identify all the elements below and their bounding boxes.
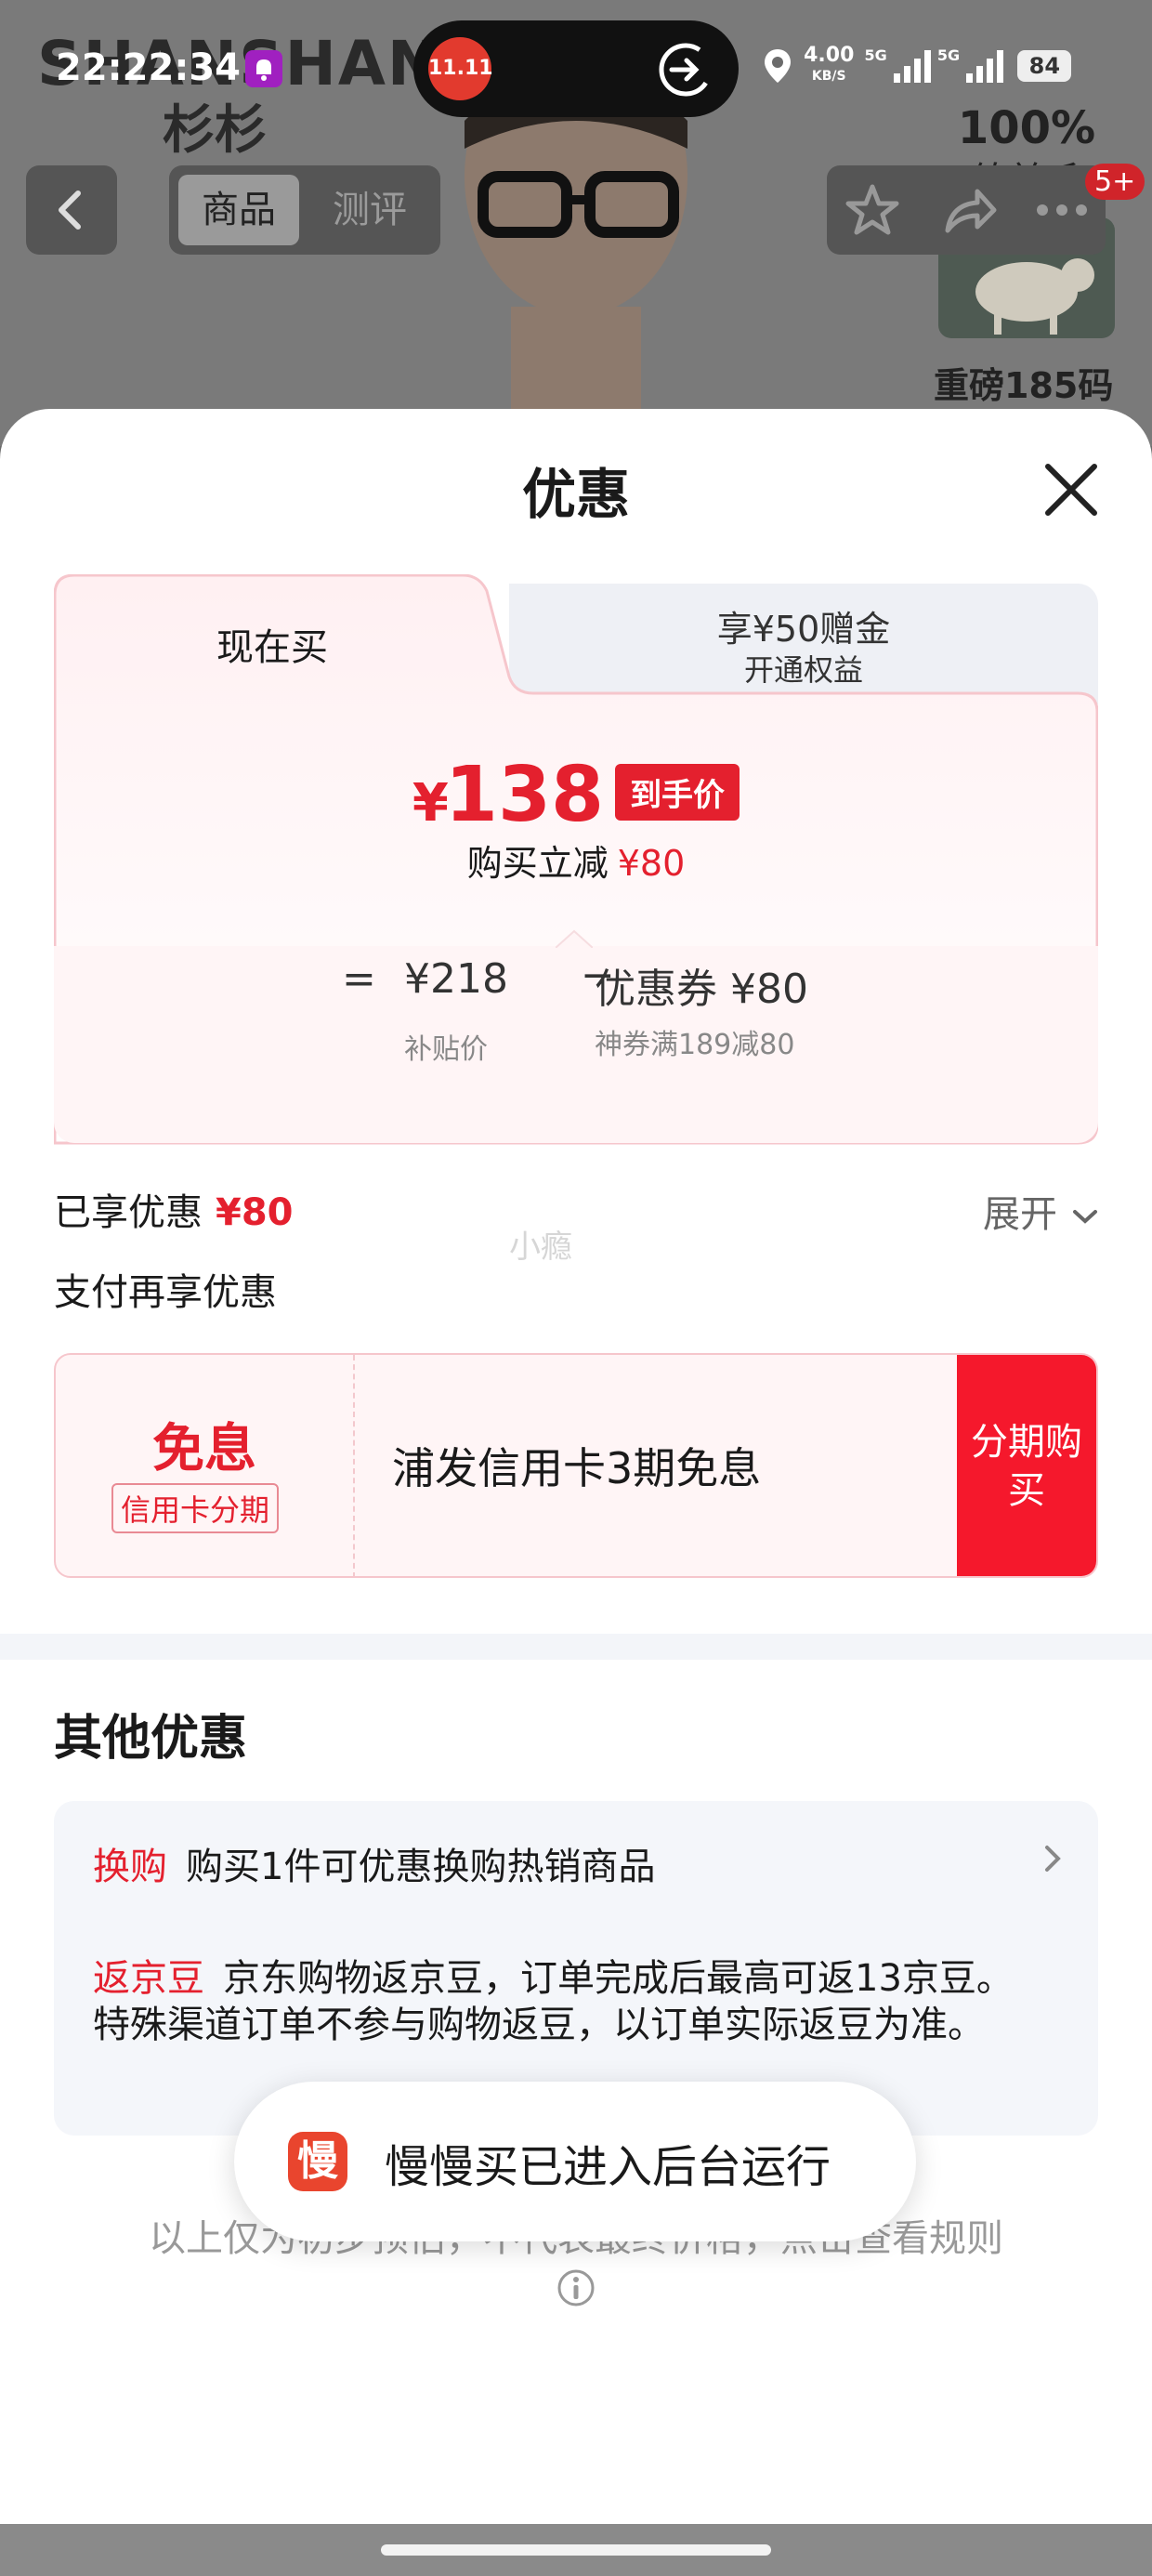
pointer-caret xyxy=(556,929,593,948)
subsidy-price-label: 补贴价 xyxy=(404,1033,488,1066)
offer-key: 返京豆 xyxy=(93,1957,204,2000)
price-formula: = ¥218 − 优惠券 ¥80 补贴价 神券满189减80 xyxy=(54,929,1098,1143)
offer-trade-in[interactable]: 换购 购买1件可优惠换购热销商品 xyxy=(93,1836,655,1890)
dynamic-island[interactable]: 11.11 xyxy=(413,20,739,117)
home-indicator[interactable] xyxy=(381,2544,771,2556)
more-icon[interactable] xyxy=(1033,182,1091,242)
message-badge: 5+ xyxy=(1085,164,1145,200)
coupon-condition: 神券满189减80 xyxy=(595,1029,795,1061)
subsidy-price: ¥218 xyxy=(404,955,508,1003)
signal-icon-2 xyxy=(966,50,1004,83)
enter-arrow-icon xyxy=(659,43,713,97)
other-offers-title: 其他优惠 xyxy=(54,1711,248,1767)
offer-text: 购买1件可优惠换购热销商品 xyxy=(186,1846,656,1888)
info-icon[interactable] xyxy=(556,2267,596,2308)
offer-key: 换购 xyxy=(93,1846,167,1888)
tab-goods[interactable]: 商品 xyxy=(178,175,299,245)
credit-card-installment-tag: 信用卡分期 xyxy=(111,1483,280,1533)
final-price-tag: 到手价 xyxy=(615,764,740,821)
pay-more-title: 支付再享优惠 xyxy=(54,1271,277,1314)
price-value: 138 xyxy=(444,751,605,839)
final-price: ¥138 到手价 xyxy=(54,751,1098,839)
watermark-text: 小瘾 xyxy=(509,1229,572,1266)
chevron-left-icon xyxy=(59,191,81,230)
price-currency: ¥ xyxy=(412,773,449,834)
signal-label-2: 5G xyxy=(936,46,961,64)
location-icon xyxy=(765,49,791,83)
enjoyed-label: 已享优惠 xyxy=(54,1191,203,1234)
favorite-star-icon[interactable] xyxy=(844,182,901,242)
offer-text: 京东购物返京豆，订单完成后最高可返13京豆。特殊渠道订单不参与购物返豆，以订单实… xyxy=(93,1957,1014,2046)
instant-discount-label: 购买立减 xyxy=(466,843,609,884)
enjoyed-amount: ¥80 xyxy=(216,1191,294,1234)
share-icon[interactable] xyxy=(940,182,998,242)
offer-jd-beans: 返京豆 京东购物返京豆，订单完成后最高可返13京豆。特殊渠道订单不参与购物返豆，以… xyxy=(93,1955,1041,2048)
price-breakdown-card: 享¥50赠金 开通权益 现在买 ¥138 到手价 购买立减 ¥80 = ¥218 −… xyxy=(54,574,1098,1145)
status-bar: 22:22:34 11.11 4.00 KB/S 5G 5G 84 xyxy=(0,0,1152,139)
interest-free-label: 免息 xyxy=(152,1419,256,1479)
back-button[interactable] xyxy=(26,165,117,255)
toast-message: 慢慢买已进入后台运行 xyxy=(385,2141,831,2193)
notification-bell-icon xyxy=(245,50,282,87)
system-icons: 4.00 KB/S 5G 5G 84 xyxy=(762,44,1072,93)
installment-offer[interactable]: 免息 信用卡分期 浦发信用卡3期免息 分期购买 xyxy=(54,1353,1098,1578)
section-divider xyxy=(0,1634,1152,1660)
sheet-title: 优惠 xyxy=(521,463,630,526)
net-speed: 4.00 KB/S xyxy=(804,44,855,85)
status-time: 22:22:34 xyxy=(56,46,241,89)
shopping-app-icon: 11.11 xyxy=(428,37,493,100)
app-logo-icon: 慢 xyxy=(288,2132,347,2191)
formula-equals: = xyxy=(342,955,376,1003)
enjoyed-discount: 已享优惠 ¥80 xyxy=(54,1182,294,1236)
instant-discount-amount: ¥80 xyxy=(617,843,686,884)
page-tabs: 商品 测评 xyxy=(169,165,440,255)
coupon-amount: 优惠券 ¥80 xyxy=(595,966,808,1013)
chevron-right-icon[interactable] xyxy=(1039,1840,1067,1877)
installment-badge: 免息 信用卡分期 xyxy=(56,1355,355,1576)
discount-sheet: 优惠 享¥50赠金 开通权益 现在买 ¥138 到手价 购买立减 ¥80 = ¥… xyxy=(0,409,1152,2576)
installment-buy-button[interactable]: 分期购买 xyxy=(957,1355,1096,1576)
signal-icon-1 xyxy=(893,50,931,83)
wool-ad-banner: 100% 绵羊毛 重磅185码 xyxy=(934,102,1119,446)
tab-reviews[interactable]: 测评 xyxy=(308,175,431,245)
chevron-down-icon xyxy=(1072,1210,1097,1224)
ad-heavy-text: 重磅185码 xyxy=(934,365,1114,406)
installment-description: 浦发信用卡3期免息 xyxy=(392,1443,762,1493)
tab-buy-now[interactable]: 现在买 xyxy=(54,617,491,671)
battery-level: 84 xyxy=(1017,50,1072,82)
nav-actions xyxy=(827,165,1106,255)
expand-button[interactable]: 展开 xyxy=(983,1184,1101,1238)
close-icon[interactable] xyxy=(1039,457,1104,522)
instant-discount: 购买立减 ¥80 xyxy=(54,835,1098,886)
background-running-toast: 慢 慢慢买已进入后台运行 xyxy=(234,2082,916,2241)
signal-label-1: 5G xyxy=(864,46,887,64)
expand-label: 展开 xyxy=(983,1193,1057,1236)
